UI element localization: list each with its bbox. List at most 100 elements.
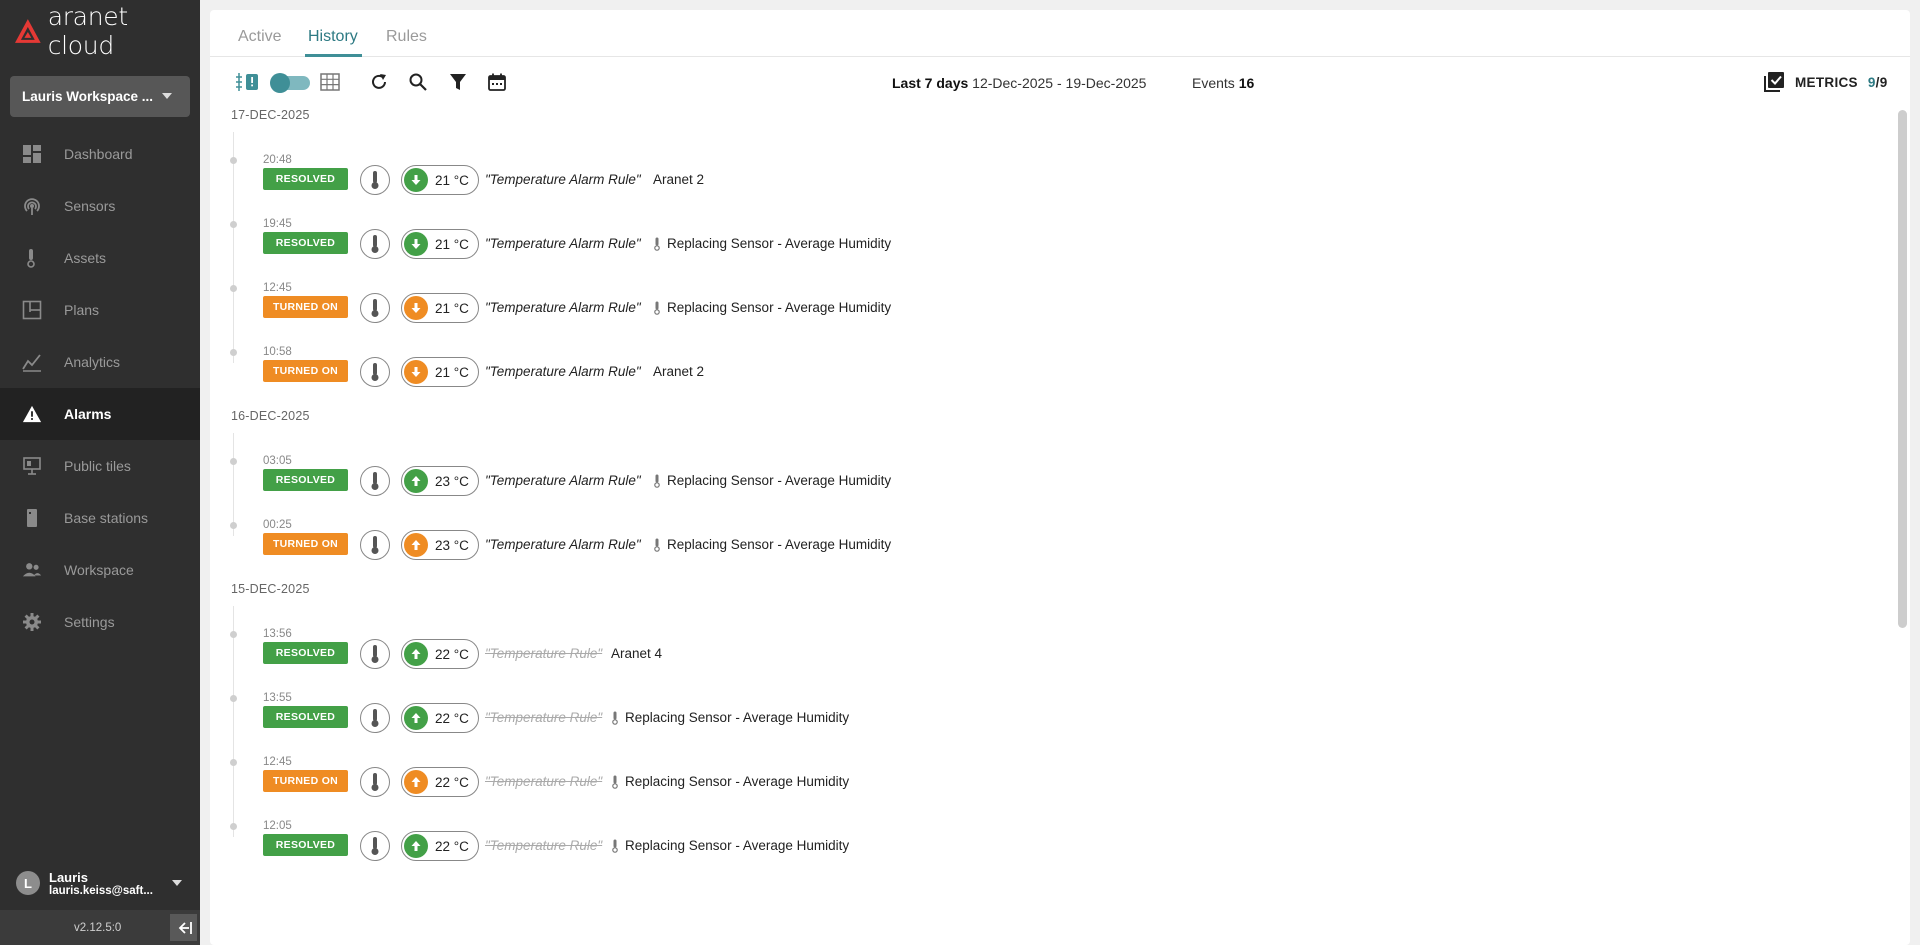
date-range-display[interactable]: Last 7 days 12-Dec-2025 - 19-Dec-2025 xyxy=(892,75,1146,91)
timeline-dot xyxy=(230,695,237,702)
alarm-event-row[interactable]: 03:05 RESOLVED 23 °C "Temperature Alarm Rul… xyxy=(210,452,1610,502)
sidebar-item-label: Settings xyxy=(64,614,115,630)
alarm-event-row[interactable]: 13:55 RESOLVED 22 °C "Temperature Rule" Repl… xyxy=(210,689,1610,739)
search-button[interactable] xyxy=(406,70,430,94)
rule-name[interactable]: "Temperature Rule" xyxy=(485,838,602,853)
collapse-sidebar-button[interactable] xyxy=(170,914,197,941)
thermometer-icon xyxy=(360,767,390,797)
sidebar-item-label: Plans xyxy=(64,302,100,318)
asset-name: Replacing Sensor - Average Humidity xyxy=(667,236,892,251)
workspace-selector[interactable]: Lauris Workspace ... xyxy=(10,76,190,117)
rule-name[interactable]: "Temperature Alarm Rule" xyxy=(485,537,641,552)
refresh-button[interactable] xyxy=(367,70,391,94)
date-range-button[interactable] xyxy=(485,70,509,94)
filter-button[interactable] xyxy=(446,70,470,94)
asset-name: Replacing Sensor - Average Humidity xyxy=(667,473,892,488)
asset-link[interactable]: Replacing Sensor - Average Humidity xyxy=(611,774,849,789)
active-tab-indicator xyxy=(305,54,362,57)
sidebar-item-label: Analytics xyxy=(64,354,121,370)
sidebar-item-base-stations[interactable]: Base stations xyxy=(0,492,200,544)
alarm-event-row[interactable]: 12:05 RESOLVED 22 °C "Temperature Rule" Repl… xyxy=(210,817,1610,867)
scrollbar[interactable] xyxy=(1898,110,1907,628)
rule-name[interactable]: "Temperature Alarm Rule" xyxy=(485,236,641,251)
measured-value: 22 °C xyxy=(435,838,469,854)
timeline-dot xyxy=(230,458,237,465)
asset-icon xyxy=(654,474,660,488)
caret-down-icon xyxy=(162,93,172,99)
rule-name[interactable]: "Temperature Alarm Rule" xyxy=(485,172,641,187)
event-time: 13:55 xyxy=(263,692,292,704)
users-icon xyxy=(22,560,42,580)
alarm-list-view-button[interactable] xyxy=(235,70,259,94)
rule-name[interactable]: "Temperature Alarm Rule" xyxy=(485,300,641,315)
sidebar-item-analytics[interactable]: Analytics xyxy=(0,336,200,388)
status-badge: TURNED ON xyxy=(263,770,348,792)
sidebar-item-assets[interactable]: Assets xyxy=(0,232,200,284)
alarm-event-row[interactable]: 20:48 RESOLVED 21 °C "Temperature Alarm Rul… xyxy=(210,151,1610,201)
arrow-up-icon xyxy=(404,469,428,493)
asset-link[interactable]: Aranet 4 xyxy=(611,646,662,661)
date-group-header: 16-DEC-2025 xyxy=(231,409,310,423)
tab-active[interactable]: Active xyxy=(238,28,282,46)
asset-link[interactable]: Replacing Sensor - Average Humidity xyxy=(653,537,891,552)
thermometer-icon xyxy=(360,831,390,861)
arrow-up-icon xyxy=(404,834,428,858)
alarm-event-row[interactable]: 12:45 TURNED ON 22 °C "Temperature Rule" Rep… xyxy=(210,753,1610,803)
arrow-up-icon xyxy=(404,533,428,557)
sidebar-item-plans[interactable]: Plans xyxy=(0,284,200,336)
date-range-label: Last 7 days xyxy=(892,75,969,91)
sidebar-item-alarms[interactable]: Alarms xyxy=(0,388,200,440)
sidebar-item-sensors[interactable]: Sensors xyxy=(0,180,200,232)
arrow-down-icon xyxy=(404,296,428,320)
view-toggle-switch[interactable] xyxy=(270,73,310,93)
sidebar-item-public-tiles[interactable]: Public tiles xyxy=(0,440,200,492)
asset-icon xyxy=(612,711,618,725)
asset-link[interactable]: Replacing Sensor - Average Humidity xyxy=(653,236,891,251)
user-menu[interactable]: L Lauris lauris.keiss@saft... xyxy=(0,858,200,908)
asset-link[interactable]: Aranet 2 xyxy=(653,172,704,187)
asset-name: Aranet 2 xyxy=(653,172,705,187)
sidebar-item-label: Sensors xyxy=(64,198,116,214)
measured-value: 22 °C xyxy=(435,774,469,790)
arrow-down-icon xyxy=(404,168,428,192)
value-pill: 21 °C xyxy=(401,165,479,195)
alarm-event-row[interactable]: 19:45 RESOLVED 21 °C "Temperature Alarm Rul… xyxy=(210,215,1610,265)
sidebar: aranet cloud Lauris Workspace ... Dashbo… xyxy=(0,0,200,945)
alarm-event-row[interactable]: 12:45 TURNED ON 21 °C "Temperature Alarm Ru… xyxy=(210,279,1610,329)
table-view-button[interactable] xyxy=(318,70,342,94)
sidebar-item-workspace[interactable]: Workspace xyxy=(0,544,200,596)
asset-link[interactable]: Aranet 2 xyxy=(653,364,704,379)
toolbar: Last 7 days 12-Dec-2025 - 19-Dec-2025 Ev… xyxy=(210,67,1910,97)
status-badge: RESOLVED xyxy=(263,834,348,856)
asset-link[interactable]: Replacing Sensor - Average Humidity xyxy=(611,838,849,853)
sidebar-item-label: Public tiles xyxy=(64,458,131,474)
asset-link[interactable]: Replacing Sensor - Average Humidity xyxy=(653,473,891,488)
status-badge: RESOLVED xyxy=(263,706,348,728)
alarm-event-row[interactable]: 10:58 TURNED ON 21 °C "Temperature Alarm Ru… xyxy=(210,343,1610,393)
avatar: L xyxy=(16,871,40,895)
asset-link[interactable]: Replacing Sensor - Average Humidity xyxy=(611,710,849,725)
value-pill: 22 °C xyxy=(401,767,479,797)
rule-name[interactable]: "Temperature Alarm Rule" xyxy=(485,364,641,379)
measured-value: 23 °C xyxy=(435,473,469,489)
status-badge: TURNED ON xyxy=(263,533,348,555)
tab-history[interactable]: History xyxy=(308,28,358,46)
events-count: Events 16 xyxy=(1192,75,1254,91)
rule-name[interactable]: "Temperature Rule" xyxy=(485,774,602,789)
sidebar-item-settings[interactable]: Settings xyxy=(0,596,200,648)
tab-rules[interactable]: Rules xyxy=(386,28,427,46)
status-badge: RESOLVED xyxy=(263,168,348,190)
sidebar-item-dashboard[interactable]: Dashboard xyxy=(0,128,200,180)
alarm-event-row[interactable]: 13:56 RESOLVED 22 °C "Temperature Rule" Aran… xyxy=(210,625,1610,675)
asset-link[interactable]: Replacing Sensor - Average Humidity xyxy=(653,300,891,315)
metrics-selector[interactable]: METRICS 9/9 xyxy=(1763,71,1888,93)
rule-name[interactable]: "Temperature Rule" xyxy=(485,710,602,725)
thermometer-icon xyxy=(360,357,390,387)
asset-icon xyxy=(654,301,660,315)
measured-value: 22 °C xyxy=(435,646,469,662)
alarm-event-row[interactable]: 00:25 TURNED ON 23 °C "Temperature Alarm Ru… xyxy=(210,516,1610,566)
rule-name[interactable]: "Temperature Rule" xyxy=(485,646,602,661)
rule-name[interactable]: "Temperature Alarm Rule" xyxy=(485,473,641,488)
logo[interactable]: aranet cloud xyxy=(0,0,200,62)
thermometer-icon xyxy=(360,165,390,195)
